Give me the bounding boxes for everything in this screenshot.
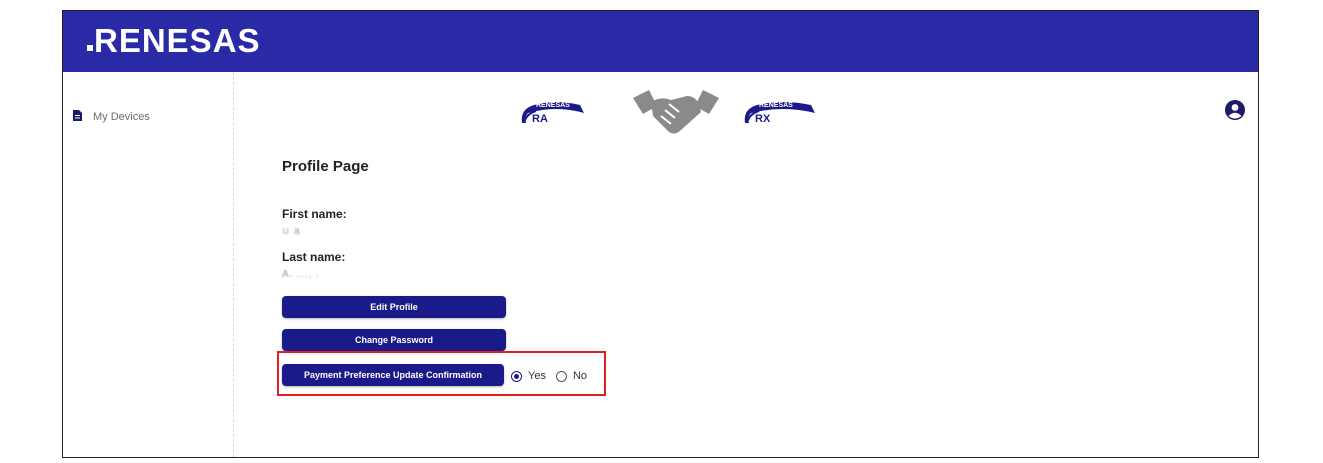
- svg-text:RA: RA: [532, 113, 548, 125]
- renesas-rx-logo: RENESAS RX: [744, 102, 815, 125]
- last-name-value: A. ..., .: [282, 269, 320, 280]
- first-name-value: ∪ a: [282, 226, 301, 237]
- partner-logos: RENESAS RA RENESAS RX: [234, 88, 1258, 134]
- sidebar: My Devices: [63, 72, 234, 457]
- sidebar-item-label: My Devices: [93, 111, 150, 123]
- last-name-label: Last name:: [282, 250, 346, 264]
- svg-text:RENESAS: RENESAS: [759, 102, 793, 109]
- user-account-icon[interactable]: [1225, 100, 1245, 125]
- first-name-label: First name:: [282, 207, 347, 221]
- page-title: Profile Page: [282, 158, 369, 175]
- renesas-logo[interactable]: RENESAS: [83, 19, 293, 66]
- app-window: RENESAS My Devices RENESAS RA RENESAS RX…: [62, 10, 1259, 458]
- radio-yes-label: Yes: [528, 370, 546, 382]
- svg-text:RENESAS: RENESAS: [536, 102, 570, 109]
- handshake-icon: [633, 90, 719, 134]
- document-icon: [73, 108, 82, 126]
- radio-no-label: No: [572, 370, 588, 382]
- radio-yes[interactable]: Yes: [511, 370, 546, 382]
- svg-text:RX: RX: [755, 113, 771, 125]
- radio-no[interactable]: No: [555, 370, 588, 382]
- svg-text:RENESAS: RENESAS: [94, 22, 261, 59]
- renesas-ra-logo: RENESAS RA: [521, 102, 584, 125]
- payment-preference-radio-group: Yes No: [511, 370, 597, 382]
- sidebar-item-my-devices[interactable]: My Devices: [73, 108, 150, 126]
- edit-profile-button[interactable]: Edit Profile: [282, 296, 506, 318]
- main-content: RENESAS RA RENESAS RX Profile Page First…: [234, 72, 1258, 457]
- change-password-button[interactable]: Change Password: [282, 329, 506, 351]
- radio-no-indicator[interactable]: [555, 370, 567, 382]
- payment-preference-button[interactable]: Payment Preference Update Confirmation: [282, 364, 504, 386]
- top-header-bar: RENESAS: [63, 11, 1258, 72]
- radio-yes-indicator[interactable]: [511, 370, 522, 382]
